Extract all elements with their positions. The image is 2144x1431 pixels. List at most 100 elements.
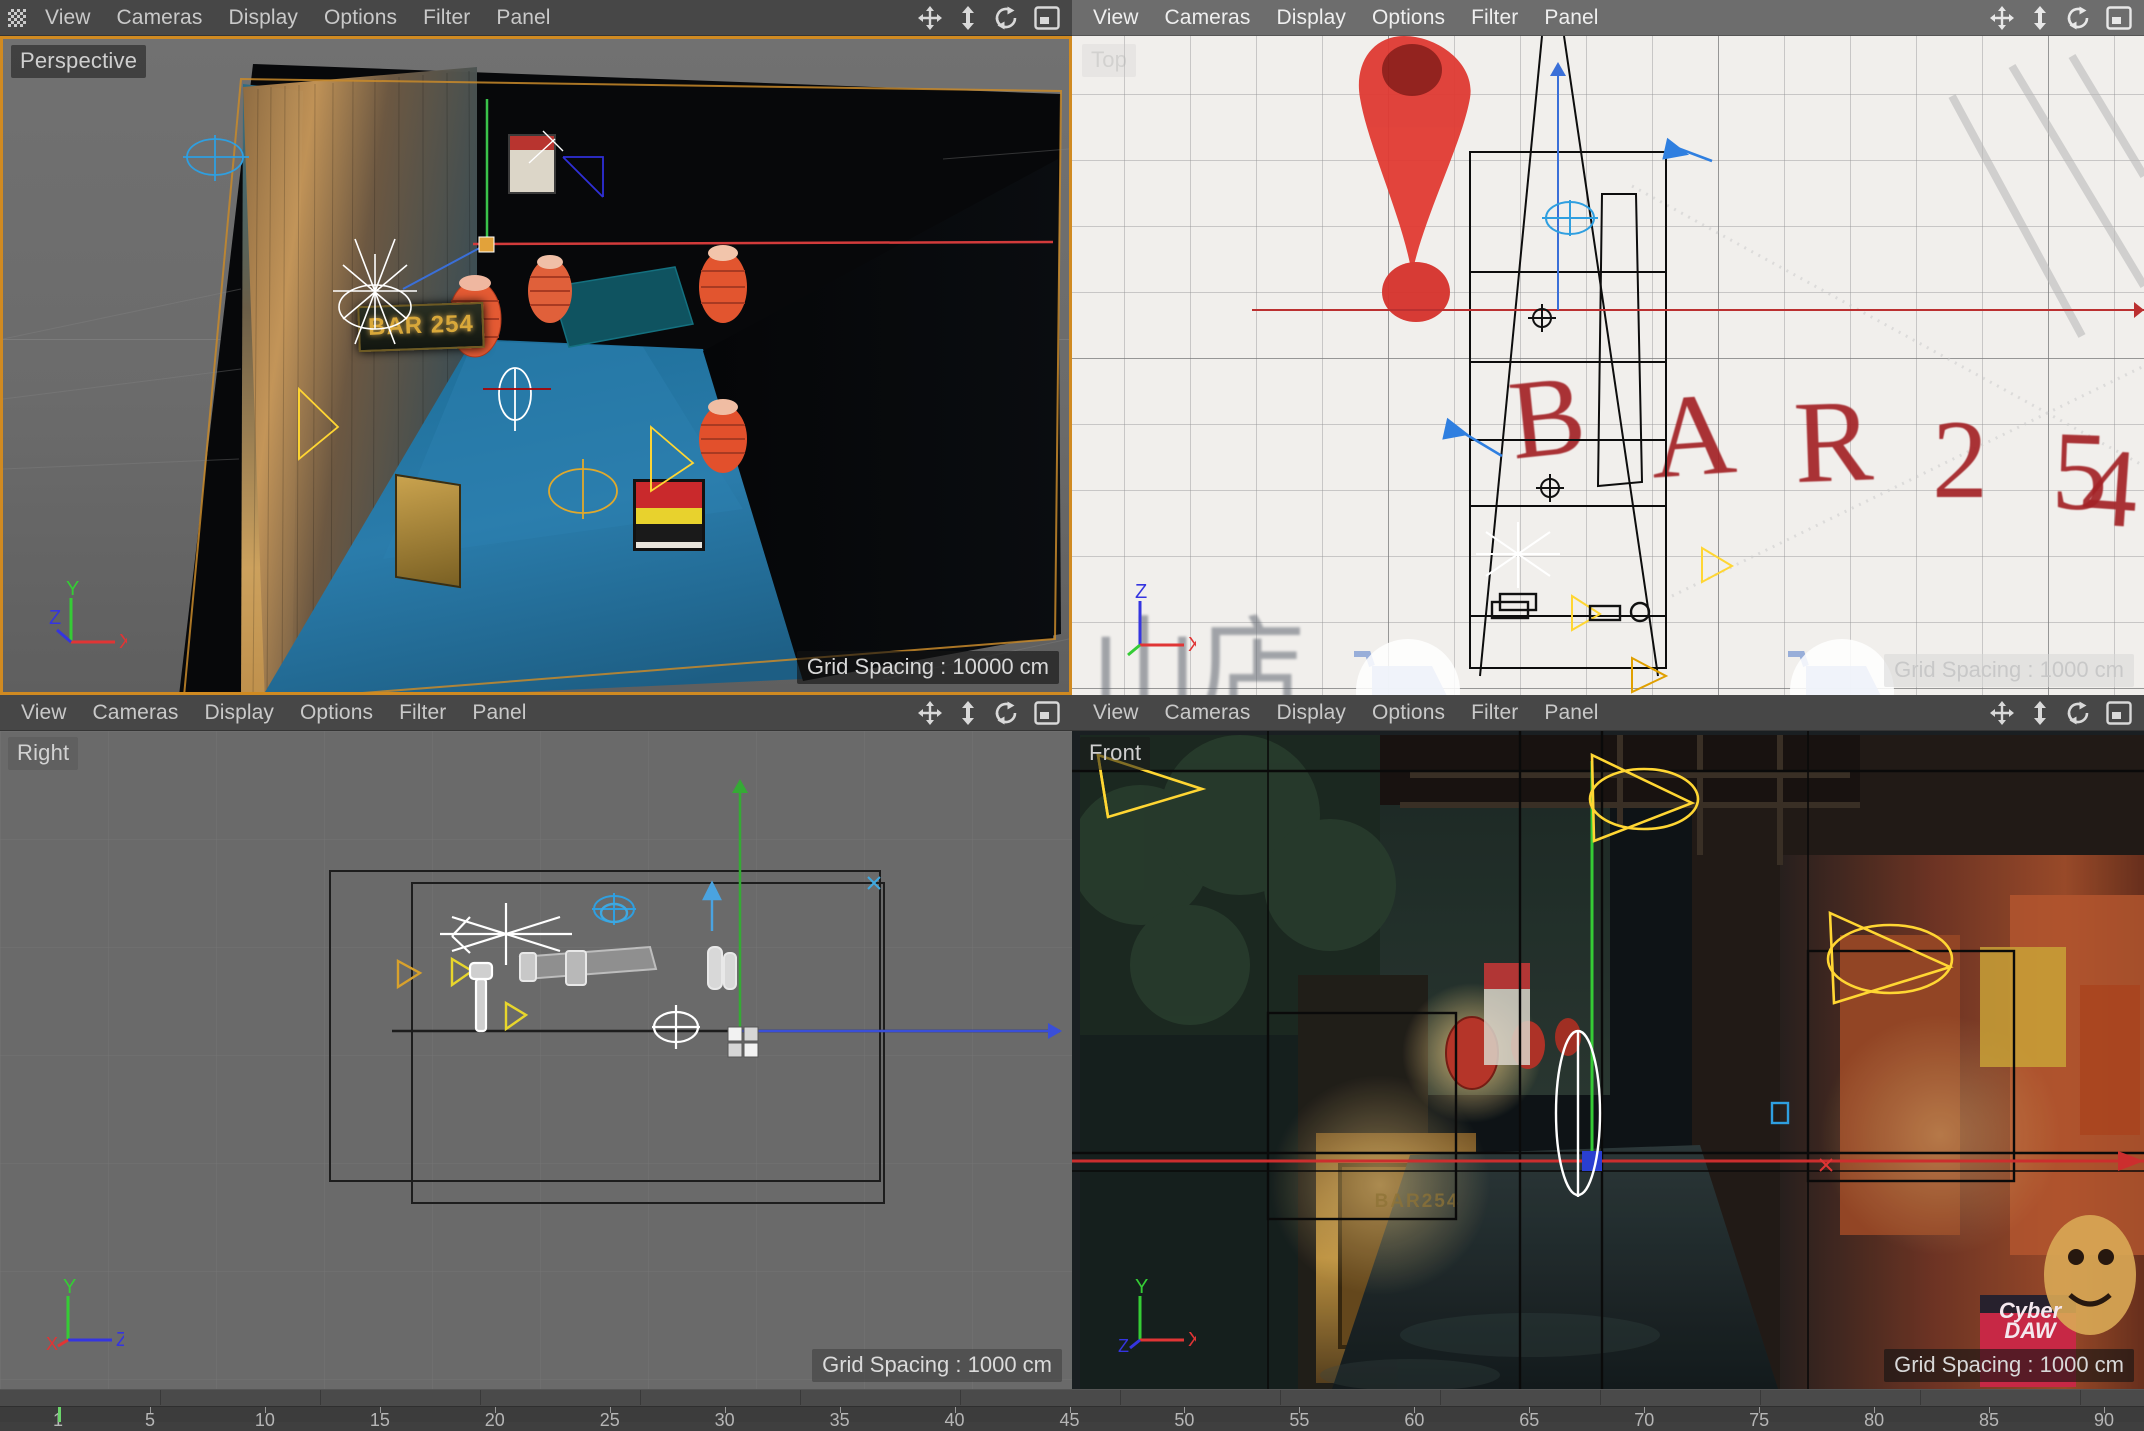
menu-panel[interactable]: Panel xyxy=(483,0,563,36)
right-scene: Right Grid Spacing : 1000 cm Y Z X xyxy=(0,731,1072,1390)
menu-panel[interactable]: Panel xyxy=(459,695,539,731)
timeline-tick-label: 45 xyxy=(1059,1410,1079,1431)
timeline-tick-label: 20 xyxy=(485,1410,505,1431)
rotate-icon[interactable] xyxy=(993,5,1019,31)
grip-handle-icon[interactable] xyxy=(8,9,26,27)
timeline-tick-label: 15 xyxy=(370,1410,390,1431)
axis-label-y: Y xyxy=(66,580,79,600)
axis-label-x: X xyxy=(119,631,127,653)
timeline-segment xyxy=(160,1390,321,1405)
viewport-front[interactable]: View Cameras Display Options Filter Pane… xyxy=(1072,695,2144,1390)
timeline-tick-label: 85 xyxy=(1979,1410,1999,1431)
timeline-segment xyxy=(320,1390,481,1405)
timeline-playhead[interactable] xyxy=(58,1407,61,1422)
null-helper xyxy=(483,368,551,431)
object-axis-helper xyxy=(529,131,563,163)
viewport-nav-icons xyxy=(917,700,1066,726)
viewport-header-perspective: View Cameras Display Options Filter Pane… xyxy=(0,0,1072,36)
layout-icon[interactable] xyxy=(1034,5,1060,31)
timeline-tick-label: 90 xyxy=(2094,1410,2114,1431)
menu-display[interactable]: Display xyxy=(191,695,287,731)
scale-icon[interactable] xyxy=(2030,5,2050,31)
rotate-icon[interactable] xyxy=(993,700,1019,726)
menu-panel[interactable]: Panel xyxy=(1531,695,1611,731)
viewport-body-top[interactable]: 山店 B A R 2 5 4 xyxy=(1072,36,2144,695)
layout-icon[interactable] xyxy=(2106,700,2132,726)
timeline-segment xyxy=(1280,1390,1441,1405)
menu-view[interactable]: View xyxy=(1080,695,1152,731)
timeline-segment xyxy=(480,1390,641,1405)
scale-icon[interactable] xyxy=(2030,700,2050,726)
top-wireframe xyxy=(1072,36,2144,695)
axis-label-x: X xyxy=(1188,634,1196,656)
timeline-segment xyxy=(2080,1390,2144,1405)
viewport-nav-icons xyxy=(1989,700,2138,726)
timeline-ruler[interactable]: 151015202530354045505560657075808590 xyxy=(0,1407,2144,1422)
viewport-body-perspective[interactable]: BAR 254 xyxy=(0,36,1072,695)
menu-display[interactable]: Display xyxy=(1263,0,1359,36)
menu-cameras[interactable]: Cameras xyxy=(1152,695,1264,731)
menu-view[interactable]: View xyxy=(8,695,80,731)
viewport-perspective[interactable]: View Cameras Display Options Filter Pane… xyxy=(0,0,1072,695)
move-icon[interactable] xyxy=(917,5,943,31)
timeline-segment xyxy=(1120,1390,1281,1405)
timeline-tick-label: 40 xyxy=(945,1410,965,1431)
menu-view[interactable]: View xyxy=(32,0,104,36)
menu-panel[interactable]: Panel xyxy=(1531,0,1611,36)
rotate-icon[interactable] xyxy=(2065,5,2091,31)
menu-cameras[interactable]: Cameras xyxy=(1152,0,1264,36)
viewport-body-right[interactable]: Right Grid Spacing : 1000 cm Y Z X xyxy=(0,731,1072,1390)
menu-filter[interactable]: Filter xyxy=(386,695,459,731)
viewport-top[interactable]: View Cameras Display Options Filter Pane… xyxy=(1072,0,2144,695)
grid-spacing-right: Grid Spacing : 1000 cm xyxy=(812,1349,1062,1382)
timeline-tick-label: 25 xyxy=(600,1410,620,1431)
menu-display[interactable]: Display xyxy=(1263,695,1359,731)
axis-label-z: Z xyxy=(116,1329,124,1351)
plane-object xyxy=(520,947,656,979)
menu-filter[interactable]: Filter xyxy=(410,0,483,36)
camera-helper xyxy=(183,135,249,181)
axis-label-x: X xyxy=(1188,1329,1196,1351)
camera-helper xyxy=(1772,1103,1788,1123)
timeline-segment xyxy=(640,1390,801,1405)
perspective-scene: BAR 254 xyxy=(3,39,1069,692)
spotlight-helper xyxy=(299,389,338,459)
axis-label-y: Y xyxy=(1135,1278,1148,1298)
rotate-icon[interactable] xyxy=(2065,700,2091,726)
menu-filter[interactable]: Filter xyxy=(1458,695,1531,731)
timeline-tick-label: 35 xyxy=(830,1410,850,1431)
spotlight-helper xyxy=(398,961,420,987)
corner-helper xyxy=(563,157,603,197)
menu-display[interactable]: Display xyxy=(215,0,311,36)
menu-filter[interactable]: Filter xyxy=(1458,0,1531,36)
timeline-track[interactable] xyxy=(0,1390,2144,1407)
timeline-tick-label: 75 xyxy=(1749,1410,1769,1431)
move-icon[interactable] xyxy=(1989,700,2015,726)
object-prop-icon xyxy=(1590,603,1649,621)
move-icon[interactable] xyxy=(917,700,943,726)
menu-options[interactable]: Options xyxy=(1359,0,1458,36)
scale-icon[interactable] xyxy=(958,700,978,726)
spotlight-helper xyxy=(1572,596,1600,630)
viewport-nav-icons xyxy=(917,5,1066,31)
layout-icon[interactable] xyxy=(2106,5,2132,31)
front-scene: BAR254 Cyber DAW xyxy=(1072,731,2144,1390)
menu-view[interactable]: View xyxy=(1080,0,1152,36)
menu-options[interactable]: Options xyxy=(287,695,386,731)
viewport-label-top: Top xyxy=(1082,44,1136,77)
viewport-body-front[interactable]: BAR254 Cyber DAW xyxy=(1072,731,2144,1390)
viewport-grid: View Cameras Display Options Filter Pane… xyxy=(0,0,2144,1390)
spotlight-helper xyxy=(1828,913,1952,1003)
menu-options[interactable]: Options xyxy=(1359,695,1458,731)
viewport-nav-icons xyxy=(1989,5,2138,31)
menu-cameras[interactable]: Cameras xyxy=(80,695,192,731)
timeline[interactable]: 151015202530354045505560657075808590 xyxy=(0,1389,2144,1422)
scale-icon[interactable] xyxy=(958,5,978,31)
timeline-segment xyxy=(800,1390,961,1405)
menu-options[interactable]: Options xyxy=(311,0,410,36)
viewport-right[interactable]: View Cameras Display Options Filter Pane… xyxy=(0,695,1072,1390)
move-icon[interactable] xyxy=(1989,5,2015,31)
viewport-header-front: View Cameras Display Options Filter Pane… xyxy=(1072,695,2144,731)
menu-cameras[interactable]: Cameras xyxy=(104,0,216,36)
layout-icon[interactable] xyxy=(1034,700,1060,726)
